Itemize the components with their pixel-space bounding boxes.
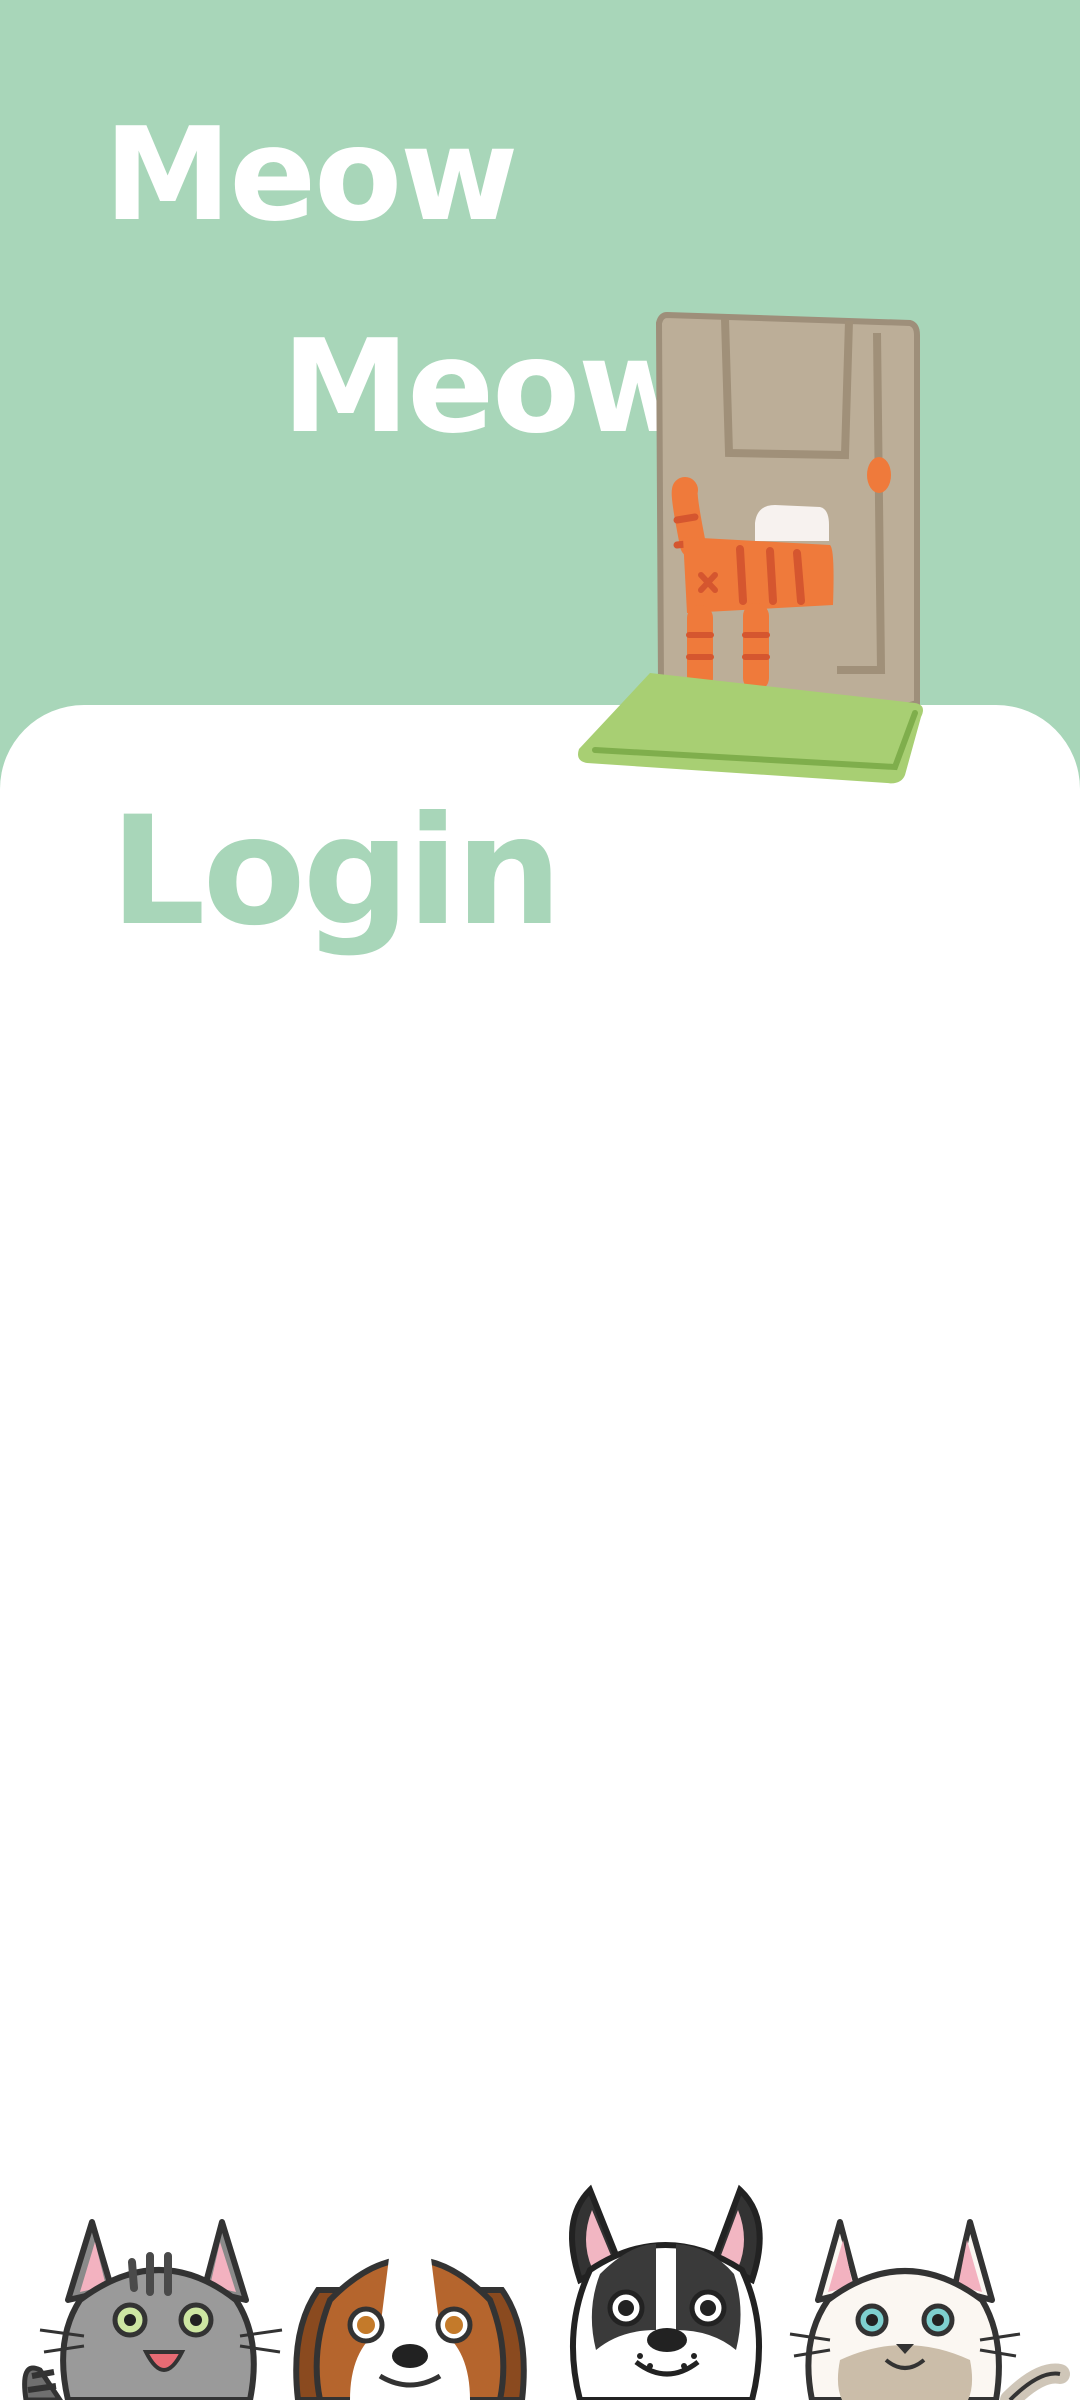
login-screen: Meow Meow Login bbox=[0, 0, 1080, 2400]
cat-door-illustration bbox=[578, 311, 923, 784]
brand-title-line-1: Meow bbox=[104, 101, 518, 250]
login-card: Login bbox=[0, 705, 1080, 2400]
gray-tabby-cat-icon bbox=[22, 2219, 283, 2400]
beagle-dog-icon bbox=[293, 2245, 527, 2400]
login-title: Login bbox=[110, 785, 562, 959]
white-cat-icon bbox=[789, 2219, 1070, 2400]
french-bulldog-icon bbox=[569, 2184, 763, 2400]
pets-illustration bbox=[22, 2184, 1070, 2400]
